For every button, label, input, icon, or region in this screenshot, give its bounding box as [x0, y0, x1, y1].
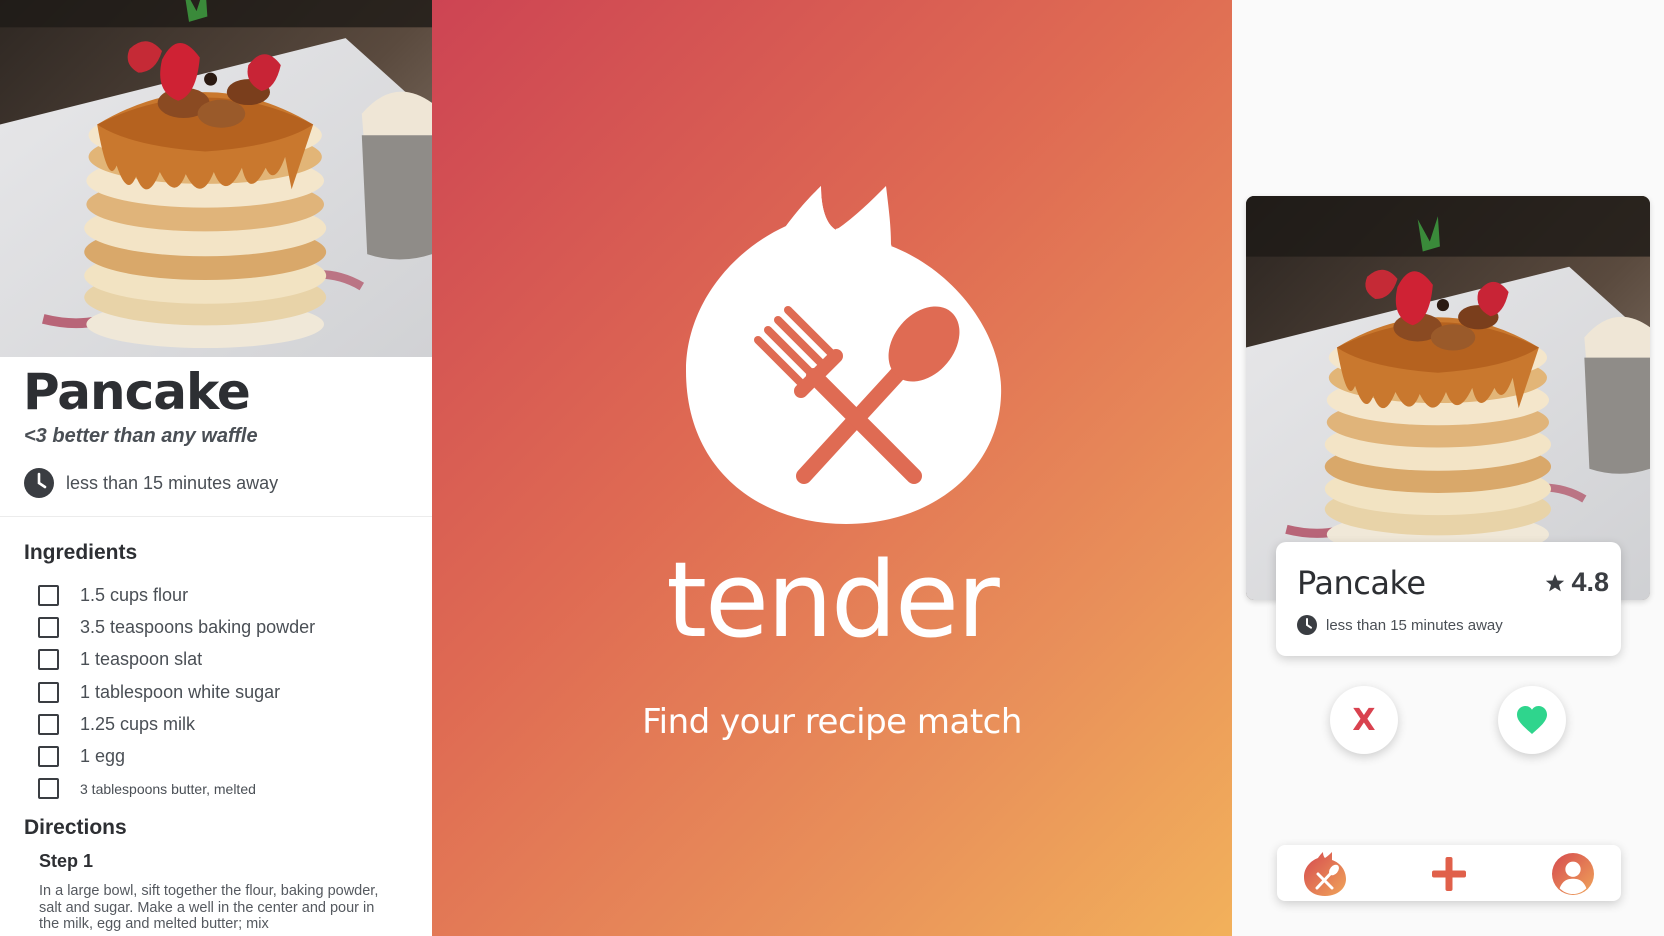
recipe-card-info[interactable]: Pancake 4.8 less than 15 minutes away	[1276, 542, 1621, 656]
ingredient-checkbox[interactable]	[38, 584, 59, 606]
ingredient-item[interactable]: 1 egg	[38, 740, 418, 772]
ingredient-item[interactable]: 1 teaspoon slat	[38, 644, 418, 676]
ingredient-checkbox[interactable]	[38, 681, 59, 703]
ingredient-label: 1.25 cups milk	[80, 713, 196, 734]
close-icon: X	[1352, 702, 1376, 738]
rating-value: 4.8	[1571, 567, 1609, 597]
ingredient-item[interactable]: 1.5 cups flour	[38, 579, 418, 611]
ingredient-item[interactable]: 1 tablespoon white sugar	[38, 676, 418, 708]
ingredient-item[interactable]: 3 tablespoons butter, melted	[38, 773, 418, 805]
ingredient-checkbox[interactable]	[38, 746, 59, 768]
ingredients-list: 1.5 cups flour 3.5 teaspoons baking powd…	[38, 579, 418, 805]
recipe-card-photo[interactable]	[1246, 196, 1650, 600]
ingredient-label: 3 tablespoons butter, melted	[80, 780, 256, 797]
bottom-tab-bar	[1277, 845, 1621, 901]
card-recipe-name: Pancake	[1297, 564, 1426, 602]
card-cook-time: less than 15 minutes away	[1297, 615, 1503, 635]
ingredient-item[interactable]: 3.5 teaspoons baking powder	[38, 611, 418, 643]
nope-button[interactable]: X	[1330, 686, 1398, 754]
step-text: In a large bowl, sift together the flour…	[39, 883, 379, 932]
card-cook-time-text: less than 15 minutes away	[1326, 616, 1503, 634]
profile-icon	[1552, 853, 1594, 895]
fork-spoon-flame-icon	[686, 186, 1002, 524]
ingredient-label: 3.5 teaspoons baking powder	[80, 616, 316, 637]
divider	[0, 516, 432, 517]
tab-add[interactable]	[1428, 853, 1470, 895]
ingredient-label: 1 egg	[80, 746, 126, 767]
splash-panel: tender Find your recipe match	[432, 0, 1232, 936]
recipe-title: Pancake	[23, 363, 251, 421]
directions-heading: Directions	[24, 816, 127, 839]
ingredient-item[interactable]: 1.25 cups milk	[38, 708, 418, 740]
tab-home[interactable]	[1304, 852, 1346, 896]
tab-profile[interactable]	[1552, 853, 1594, 895]
ingredient-checkbox[interactable]	[38, 649, 59, 671]
recipe-detail-panel: Pancake <3 better than any waffle less t…	[0, 0, 432, 936]
ingredient-label: 1 tablespoon white sugar	[80, 681, 281, 702]
clock-icon	[24, 468, 54, 498]
slogan: Find your recipe match	[642, 702, 1022, 742]
clock-icon	[1297, 615, 1317, 635]
recipe-photo	[0, 0, 432, 357]
plus-icon	[1432, 857, 1466, 891]
swipe-panel: Pancake 4.8 less than 15 minutes away X	[1232, 0, 1664, 936]
cook-time-text: less than 15 minutes away	[66, 472, 279, 493]
cook-time: less than 15 minutes away	[24, 468, 278, 498]
brand-name: tender	[666, 539, 999, 661]
rating: 4.8	[1545, 567, 1609, 598]
ingredient-checkbox[interactable]	[38, 778, 59, 800]
like-button[interactable]	[1498, 686, 1566, 754]
ingredient-checkbox[interactable]	[38, 713, 59, 735]
heart-icon	[1517, 706, 1547, 734]
ingredient-label: 1 teaspoon slat	[80, 649, 203, 670]
star-icon	[1546, 573, 1565, 591]
ingredients-heading: Ingredients	[24, 541, 138, 564]
ingredient-label: 1.5 cups flour	[80, 584, 189, 605]
step-label: Step 1	[39, 851, 94, 871]
home-logo-icon	[1304, 852, 1346, 896]
ingredient-checkbox[interactable]	[38, 616, 59, 638]
recipe-tagline: <3 better than any waffle	[24, 425, 258, 447]
